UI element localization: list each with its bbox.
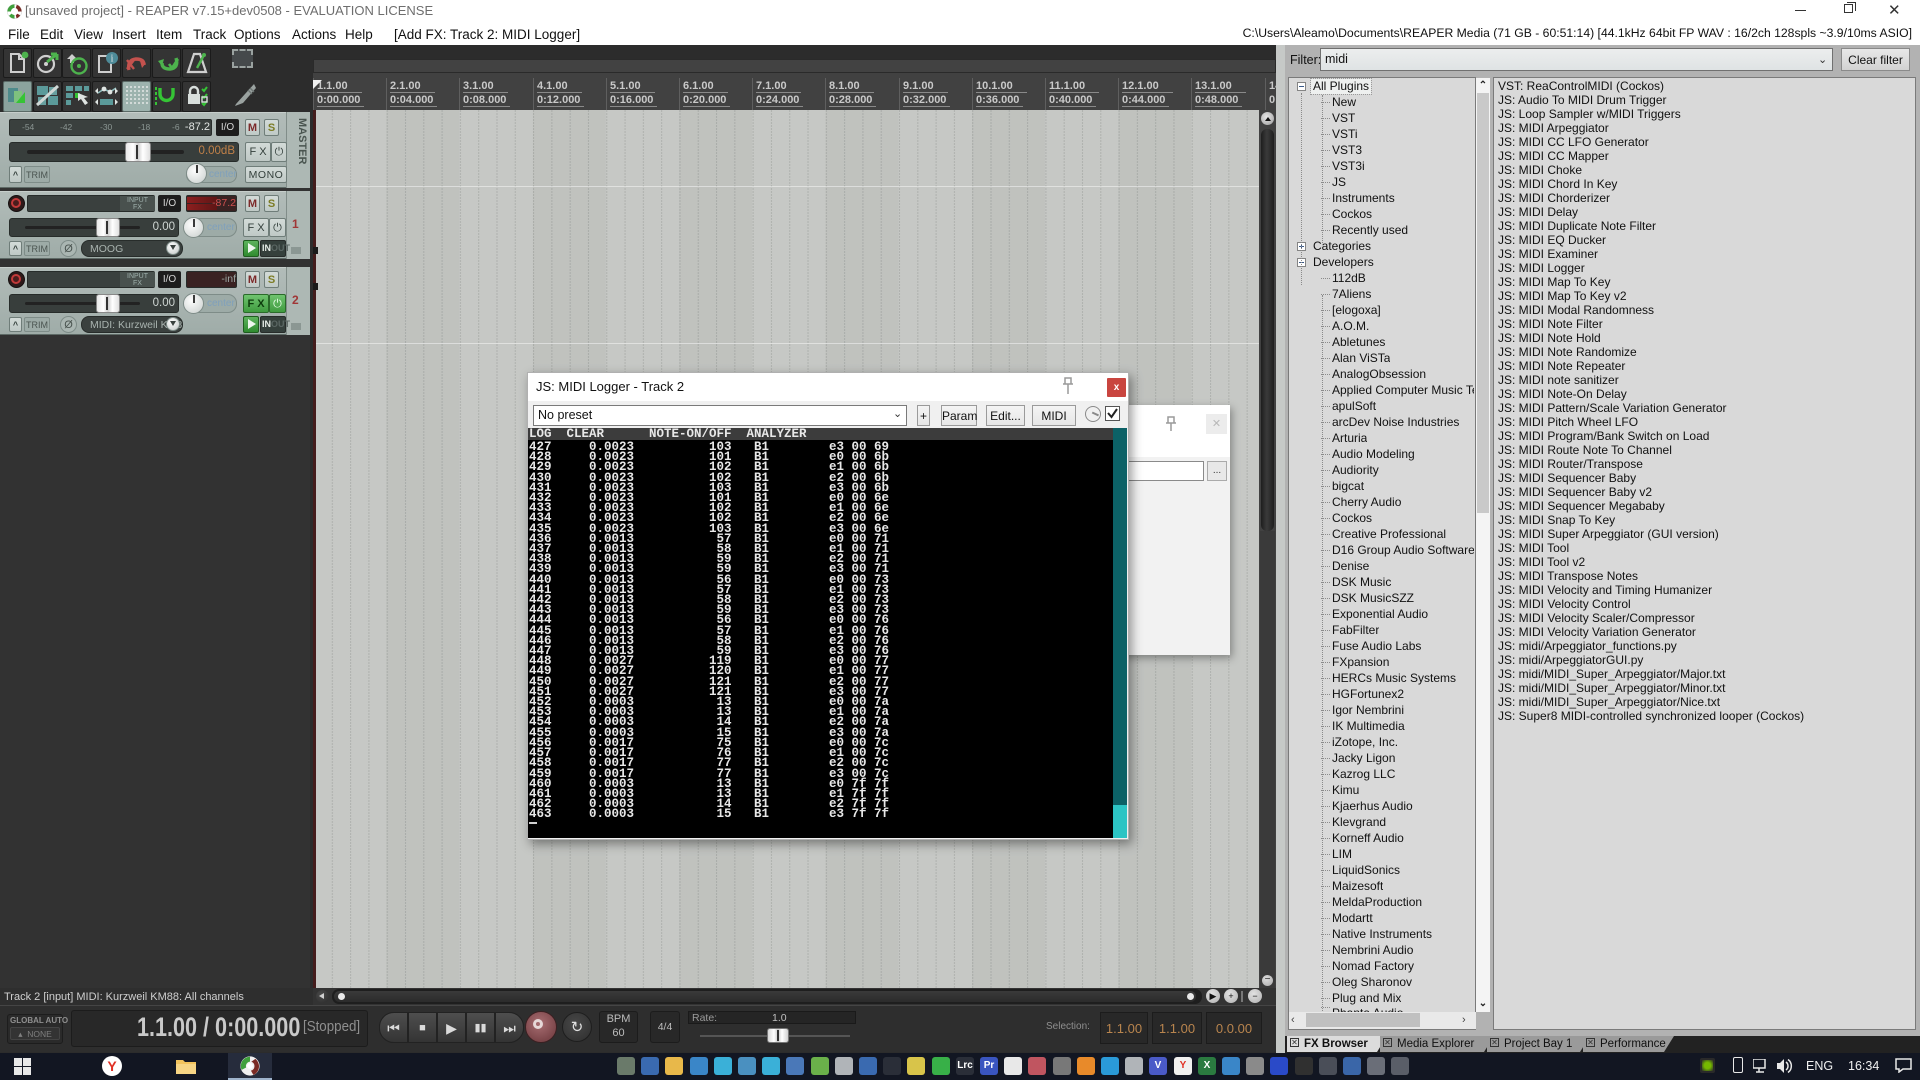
svg-text:i: i <box>111 54 114 65</box>
